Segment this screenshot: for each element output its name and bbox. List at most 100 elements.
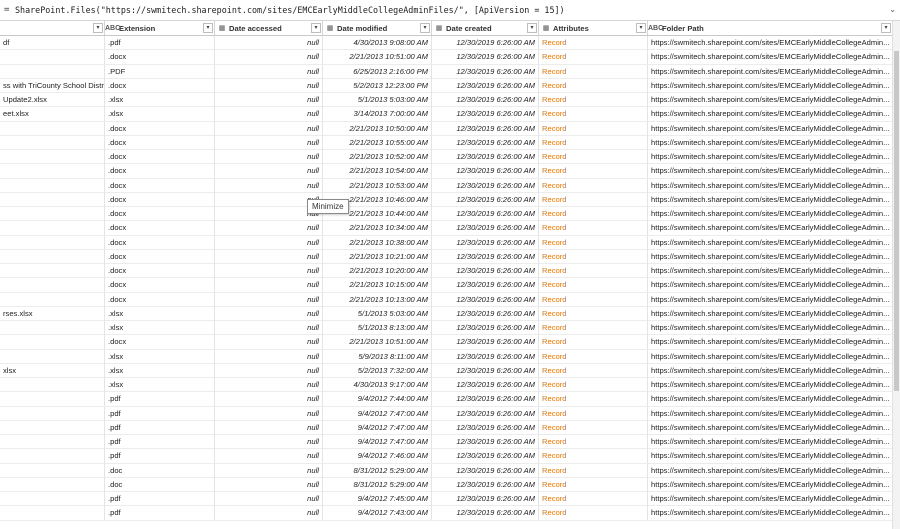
table-row[interactable]: Update2.xlsx .xlsx null 5/1/2013 5:03:00 AM… [0, 93, 893, 108]
column-type-icon[interactable]: ▦ [215, 24, 229, 32]
table-row[interactable]: .xlsx null 5/9/2013 8:11:00 AM 12/30/2019 6… [0, 349, 893, 364]
formula-bar[interactable]: = SharePoint.Files("https://swmitech.sha… [0, 0, 900, 21]
filter-dropdown-icon[interactable]: ▾ [881, 23, 891, 33]
cell-attributes[interactable]: Record [539, 378, 648, 392]
cell-attributes[interactable]: Record [539, 463, 648, 478]
cell-attributes[interactable]: Record [539, 107, 648, 122]
column-type-icon[interactable]: ▦ [432, 24, 446, 32]
filter-dropdown-icon[interactable]: ▾ [311, 23, 321, 33]
chevron-down-icon[interactable]: ⌄ [889, 5, 896, 14]
table-row[interactable]: xlsx .xlsx null 5/2/2013 7:32:00 AM 12/30/20… [0, 363, 893, 378]
table-row[interactable]: .docx null 2/21/2013 10:52:00 AM 12/30/2019… [0, 150, 893, 165]
table-row[interactable]: .pdf null 9/4/2012 7:47:00 AM 12/30/2019 6:… [0, 435, 893, 450]
table-row[interactable]: .docx null 2/21/2013 10:51:00 AM 12/30/2019… [0, 50, 893, 65]
filter-dropdown-icon[interactable]: ▾ [527, 23, 537, 33]
table-row[interactable]: .xlsx null 4/30/2013 9:17:00 AM 12/30/2019 … [0, 378, 893, 393]
cell-attributes[interactable]: Record [539, 192, 648, 207]
table-row[interactable]: .docx null 2/21/2013 10:54:00 AM 12/30/2019… [0, 164, 893, 179]
cell-attributes[interactable]: Record [539, 264, 648, 278]
cell-attributes[interactable]: Record [539, 121, 648, 136]
column-header-date-created[interactable]: ▦ Date created ▾ [432, 21, 539, 35]
cell-date-modified: 9/4/2012 7:47:00 AM [323, 406, 432, 421]
cell-attributes[interactable]: Record [539, 164, 648, 179]
table-row[interactable]: .docx null 2/21/2013 10:50:00 AM 12/30/2019… [0, 121, 893, 136]
table-row[interactable]: .docx null 2/21/2013 10:13:00 AM 12/30/2019… [0, 292, 893, 307]
filter-dropdown-icon[interactable]: ▾ [203, 23, 213, 33]
table-row[interactable]: .docxnull2/21/2013 10:44:00 AM12/30/2019… [0, 207, 893, 222]
table-row[interactable]: .docx null 2/21/2013 10:15:00 AM 12/30/2019… [0, 278, 893, 293]
table-row[interactable]: .docx null 2/21/2013 10:20:00 AM 12/30/2019… [0, 264, 893, 279]
table-row[interactable]: .pdf null 9/4/2012 7:45:00 AM 12/30/2019 6:… [0, 492, 893, 507]
cell-attributes[interactable]: Record [539, 321, 648, 335]
cell-attributes[interactable]: Record [539, 349, 648, 364]
table-row[interactable]: .pdf null 9/4/2012 7:47:00 AM 12/30/2019 6:… [0, 406, 893, 421]
cell-extension: .doc [105, 463, 215, 478]
cell-date-accessed: null [215, 164, 323, 179]
table-row[interactable]: .pdf null 9/4/2012 7:46:00 AM 12/30/2019 6:… [0, 449, 893, 464]
column-header-date-accessed[interactable]: ▦ Date accessed ▾ [215, 21, 323, 35]
table-row[interactable]: .docx null 2/21/2013 10:38:00 AM 12/30/2019… [0, 235, 893, 250]
table-row[interactable]: .xlsx null 5/1/2013 8:13:00 AM 12/30/2019 6… [0, 321, 893, 336]
cell-date-accessed: null [215, 463, 323, 478]
table-row[interactable]: .docx null 2/21/2013 10:53:00 AM 12/30/2019… [0, 178, 893, 193]
cell-attributes[interactable]: Record [539, 93, 648, 107]
cell-attributes[interactable]: Record [539, 335, 648, 350]
column-header-date-modified[interactable]: ▦ Date modified ▾ [323, 21, 432, 35]
cell-attributes[interactable]: Record [539, 64, 648, 79]
cell-folder-path: https://swmitech.sharepoint.com/sites/EM… [648, 249, 893, 264]
cell-extension: .docx [105, 164, 215, 179]
cell-attributes[interactable]: Record [539, 449, 648, 464]
column-type-icon[interactable]: ABC [105, 25, 120, 32]
table-row[interactable]: .pdf null 9/4/2012 7:44:00 AM 12/30/2019 6:… [0, 392, 893, 407]
cell-attributes[interactable]: Record [539, 435, 648, 449]
scrollbar-thumb[interactable] [894, 51, 899, 391]
filter-dropdown-icon[interactable]: ▾ [636, 23, 646, 33]
column-header-attributes[interactable]: ▦ Attributes ▾ [539, 21, 648, 35]
table-row[interactable]: .pdf null 9/4/2012 7:47:00 AM 12/30/2019 6:… [0, 420, 893, 435]
cell-attributes[interactable]: Record [539, 135, 648, 150]
table-row[interactable]: ss with TriCounty School Distr... .docx nu… [0, 78, 893, 93]
table-row[interactable]: .docx null 2/21/2013 10:55:00 AM 12/30/2019… [0, 135, 893, 150]
cell-attributes[interactable]: Record [539, 78, 648, 93]
column-type-icon[interactable]: ABC [648, 25, 663, 32]
column-type-icon[interactable]: ▦ [539, 24, 553, 32]
table-row[interactable]: rses.xlsx .xlsx null 5/1/2013 5:03:00 AM 12/… [0, 306, 893, 321]
vertical-scrollbar[interactable] [892, 21, 900, 529]
cell-attributes[interactable]: Record [539, 492, 648, 506]
table-row[interactable]: .doc null 8/31/2012 5:29:00 AM 12/30/2019 6… [0, 463, 893, 478]
table-row[interactable]: .docxnull2/21/2013 10:46:00 AM12/30/2019… [0, 192, 893, 207]
cell-attributes[interactable]: Record [539, 477, 648, 492]
table-row[interactable]: .docx null 2/21/2013 10:34:00 AM 12/30/2019… [0, 221, 893, 236]
cell-attributes[interactable]: Record [539, 221, 648, 236]
cell-date-created: 12/30/2019 6:26:00 AM [432, 492, 539, 506]
cell-attributes[interactable]: Record [539, 306, 648, 321]
cell-attributes[interactable]: Record [539, 36, 648, 50]
column-type-icon[interactable]: ▦ [323, 24, 337, 32]
cell-attributes[interactable]: Record [539, 235, 648, 250]
cell-attributes[interactable]: Record [539, 249, 648, 264]
cell-attributes[interactable]: Record [539, 207, 648, 221]
table-row[interactable]: df .pdf null 4/30/2013 9:08:00 AM 12/30/2019… [0, 36, 893, 51]
cell-attributes[interactable]: Record [539, 506, 648, 521]
filter-dropdown-icon[interactable]: ▾ [93, 23, 103, 33]
filter-dropdown-icon[interactable]: ▾ [420, 23, 430, 33]
table-row[interactable]: .docx null 2/21/2013 10:21:00 AM 12/30/2019… [0, 249, 893, 264]
cell-attributes[interactable]: Record [539, 150, 648, 164]
table-row[interactable]: eet.xlsx .xlsx null 3/14/2013 7:00:00 AM 12/… [0, 107, 893, 122]
cell-attributes[interactable]: Record [539, 50, 648, 65]
formula-text[interactable]: SharePoint.Files("https://swmitech.share… [15, 5, 565, 15]
cell-attributes[interactable]: Record [539, 420, 648, 435]
cell-attributes[interactable]: Record [539, 292, 648, 307]
table-row[interactable]: .PDF null 6/25/2013 2:16:00 PM 12/30/2019 6… [0, 64, 893, 79]
table-row[interactable]: .docx null 2/21/2013 10:51:00 AM 12/30/2019… [0, 335, 893, 350]
column-header-folder-path[interactable]: ABC Folder Path ▾ [648, 21, 893, 35]
column-header-extension[interactable]: ABC Extension ▾ [105, 21, 215, 35]
cell-attributes[interactable]: Record [539, 392, 648, 407]
cell-attributes[interactable]: Record [539, 178, 648, 193]
cell-attributes[interactable]: Record [539, 278, 648, 293]
table-row[interactable]: .doc null 8/31/2012 5:29:00 AM 12/30/2019 6… [0, 477, 893, 492]
column-header-name[interactable]: ▾ [0, 21, 105, 35]
table-row[interactable]: .pdf null 9/4/2012 7:43:00 AM 12/30/2019 6:… [0, 506, 893, 521]
cell-attributes[interactable]: Record [539, 406, 648, 421]
cell-attributes[interactable]: Record [539, 363, 648, 378]
